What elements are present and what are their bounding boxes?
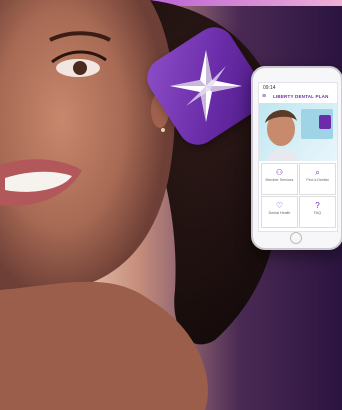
menu-icon[interactable]: ≡ <box>262 93 266 100</box>
members-icon: ⚇ <box>275 168 284 177</box>
patient-photo <box>265 109 333 161</box>
search-icon: ⌕ <box>315 168 320 177</box>
home-button[interactable] <box>290 232 302 244</box>
app-logo-small <box>319 115 331 129</box>
tile-find-dentist[interactable]: ⌕ Find a Dentist <box>299 163 336 195</box>
compass-star-icon <box>170 49 242 122</box>
tile-dental-health[interactable]: ♡ Dental Health <box>261 196 298 228</box>
faq-icon: ? <box>315 201 320 210</box>
tile-label: Member Services <box>265 178 294 182</box>
tile-label: FAQ <box>313 211 322 215</box>
menu-grid: ⚇ Member Services ⌕ Find a Dentist ♡ Den… <box>261 163 336 229</box>
status-time: 09:14 <box>263 85 276 91</box>
phone-mockup: 09:14 ≡ LIBERTY DENTAL PLAN ⚇ Member Ser… <box>251 66 342 250</box>
tile-label: Find a Dentist <box>306 178 329 182</box>
tile-member-services[interactable]: ⚇ Member Services <box>261 163 298 195</box>
hero-scene: 09:14 ≡ LIBERTY DENTAL PLAN ⚇ Member Ser… <box>0 0 342 410</box>
phone-screen: 09:14 ≡ LIBERTY DENTAL PLAN ⚇ Member Ser… <box>258 82 338 232</box>
app-bar: ≡ LIBERTY DENTAL PLAN <box>259 92 337 101</box>
app-title: LIBERTY DENTAL PLAN <box>273 94 329 99</box>
app-hero-image <box>259 103 337 161</box>
tooth-icon: ♡ <box>275 201 284 210</box>
tile-faq[interactable]: ? FAQ <box>299 196 336 228</box>
tile-label: Dental Health <box>268 211 291 215</box>
